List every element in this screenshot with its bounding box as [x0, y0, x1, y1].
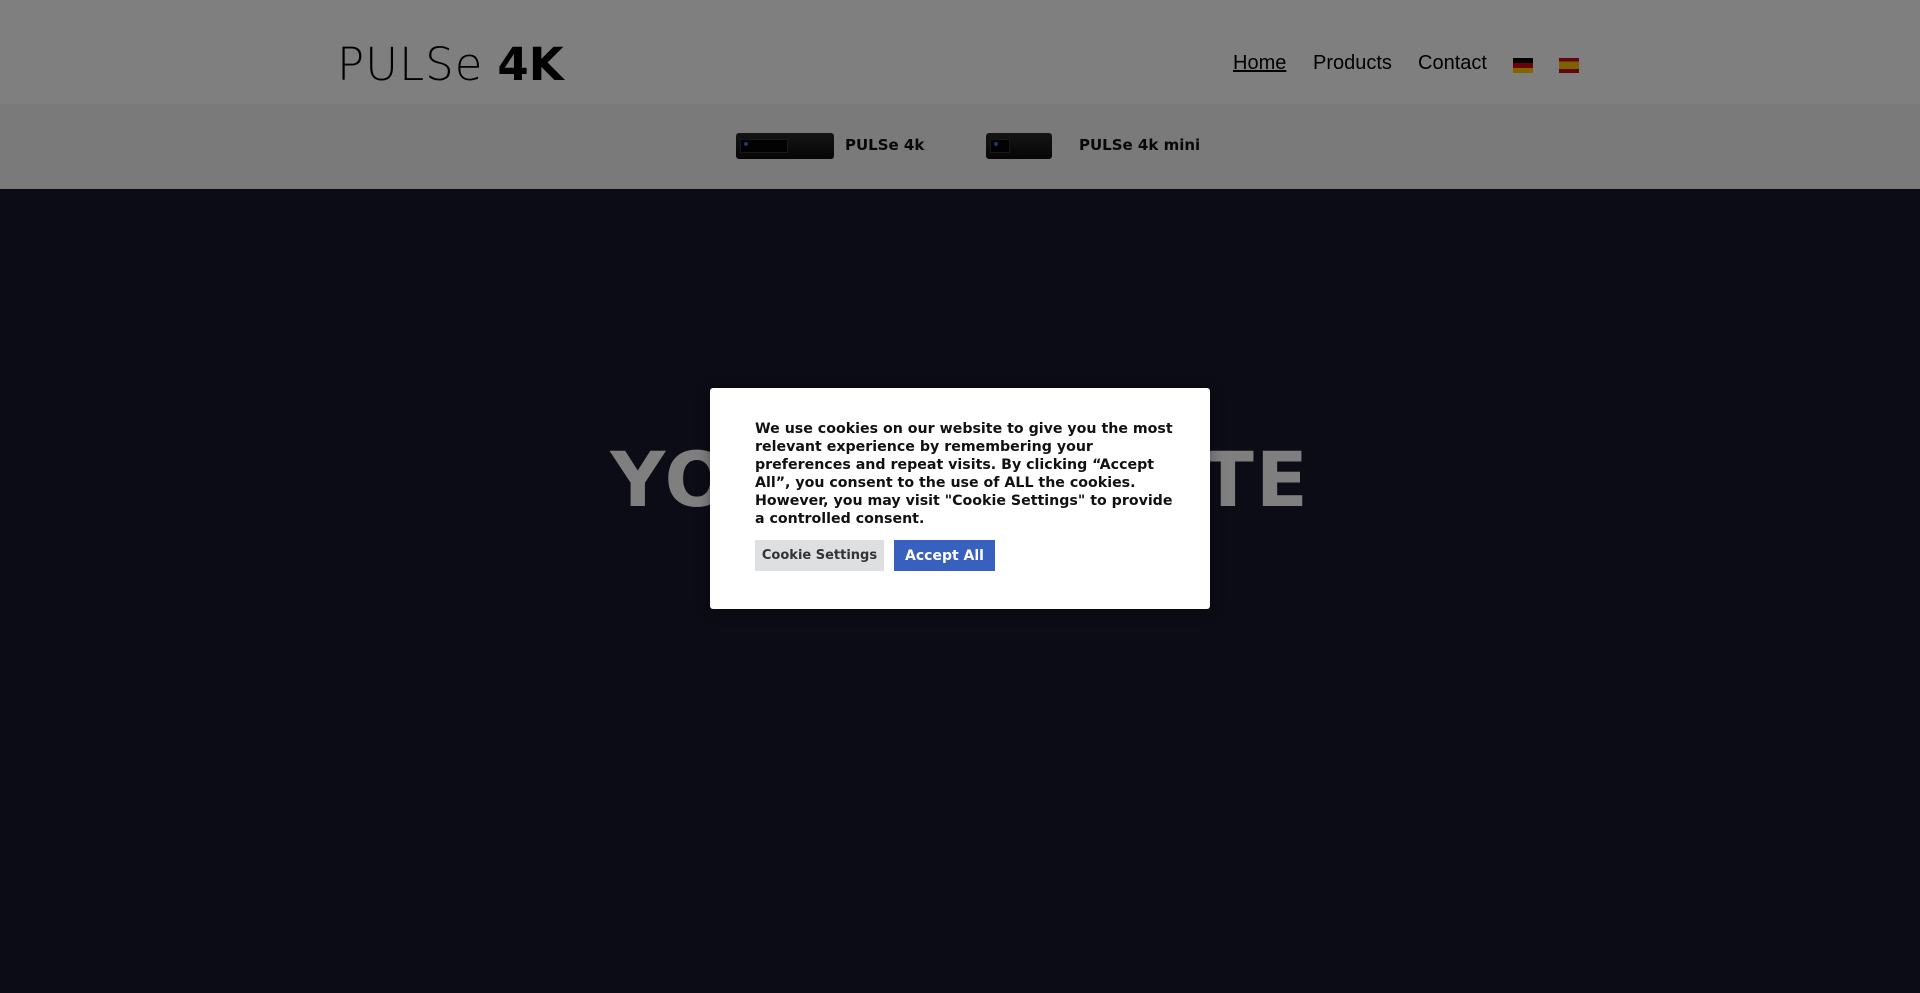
cookie-consent-modal: We use cookies on our website to give yo… — [710, 388, 1210, 609]
cookie-settings-button[interactable]: Cookie Settings — [755, 540, 884, 571]
accept-all-button[interactable]: Accept All — [894, 540, 995, 571]
cookie-consent-text: We use cookies on our website to give yo… — [755, 421, 1173, 527]
